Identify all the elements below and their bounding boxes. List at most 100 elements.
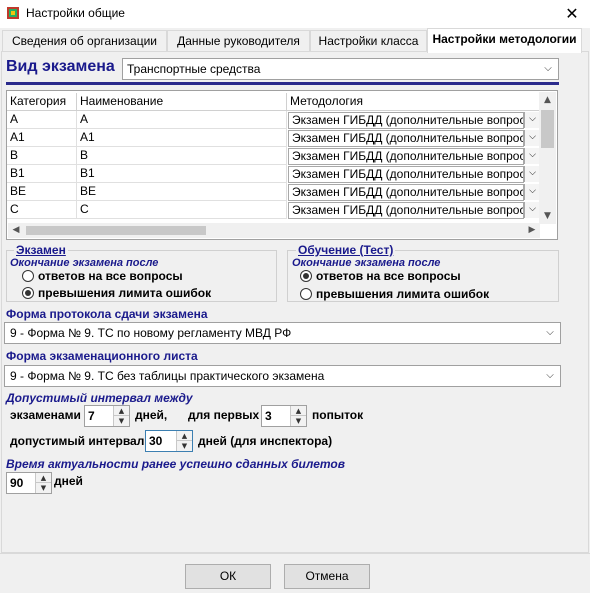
scroll-up-icon[interactable]: ▲ xyxy=(539,92,556,108)
methodology-combo[interactable]: Экзамен ГИБДД (дополнительные вопросы) xyxy=(288,202,524,219)
protocol-label: Форма протокола сдачи экзамена xyxy=(6,307,208,321)
spin-down-icon[interactable]: ▼ xyxy=(177,441,192,451)
methodology-combo[interactable]: Экзамен ГИБДД (дополнительные вопросы) xyxy=(288,184,524,201)
scroll-left-icon[interactable]: ◀ xyxy=(8,223,24,238)
inspector-days-label: дней (для инспектора) xyxy=(198,434,333,448)
relevance-value: 90 xyxy=(10,476,24,490)
exams-interval-value: 7 xyxy=(88,409,95,423)
exam-type-value: Транспортные средства xyxy=(127,62,261,76)
methodology-combo[interactable]: Экзамен ГИБДД (дополнительные вопросы) xyxy=(288,130,524,147)
chevron-down-icon[interactable]: ⌵ xyxy=(524,130,540,146)
chevron-down-icon[interactable]: ⌵ xyxy=(524,184,540,200)
scroll-thumb[interactable] xyxy=(26,226,206,235)
radio-label: ответов на все вопросы xyxy=(38,269,183,283)
chevron-down-icon[interactable]: ⌵ xyxy=(524,112,540,128)
radio-button[interactable] xyxy=(300,270,312,282)
allowed-interval-label: допустимый интервал xyxy=(10,434,145,448)
protocol-value: 9 - Форма № 9. ТС по новому регламенту М… xyxy=(10,326,292,340)
title-bar: Настройки общие ✕ xyxy=(0,0,590,28)
stepper-buttons: ▲ ▼ xyxy=(290,406,306,426)
days-label: дней, xyxy=(135,408,168,422)
table-row[interactable]: C C Экзамен ГИБДД (дополнительные вопрос… xyxy=(7,201,540,219)
first-label: для первых xyxy=(188,408,260,422)
table-row[interactable]: B B Экзамен ГИБДД (дополнительные вопрос… xyxy=(7,147,540,165)
tab-class-settings[interactable]: Настройки класса xyxy=(310,30,427,52)
cell-name: BE xyxy=(77,183,287,201)
scroll-down-icon[interactable]: ▼ xyxy=(539,208,556,224)
chevron-down-icon[interactable]: ⌵ xyxy=(524,148,540,164)
chevron-down-icon: ⌵ xyxy=(544,63,552,74)
training-group-title: Обучение (Тест) xyxy=(296,243,396,257)
column-header-methodology[interactable]: Методология xyxy=(287,93,540,111)
tab-methodology-settings[interactable]: Настройки методологии xyxy=(427,28,582,53)
relevance-days-label: дней xyxy=(54,474,83,488)
first-attempts-value: 3 xyxy=(265,409,272,423)
chevron-down-icon[interactable]: ⌵ xyxy=(524,202,540,218)
allowed-interval-stepper[interactable]: 30 ▲ ▼ xyxy=(145,430,193,452)
exam-group-title: Экзамен xyxy=(14,243,68,257)
grid-header: Категория Наименование Методология xyxy=(7,93,540,111)
column-header-name[interactable]: Наименование xyxy=(77,93,287,111)
exams-interval-stepper[interactable]: 7 ▲ ▼ xyxy=(84,405,130,427)
exams-label: экзаменами xyxy=(10,408,81,422)
radio-label: превышения лимита ошибок xyxy=(38,286,212,300)
spin-up-icon[interactable]: ▲ xyxy=(177,431,192,441)
tab-organization[interactable]: Сведения об организации xyxy=(2,30,167,52)
cell-category: B1 xyxy=(7,165,77,183)
cell-name: A1 xyxy=(77,129,287,147)
spin-up-icon[interactable]: ▲ xyxy=(114,406,129,416)
spin-up-icon[interactable]: ▲ xyxy=(291,406,306,416)
exam-sheet-value: 9 - Форма № 9. ТС без таблицы практическ… xyxy=(10,369,325,383)
allowed-interval-value: 30 xyxy=(149,434,163,448)
cell-name: C xyxy=(77,201,287,219)
tab-director[interactable]: Данные руководителя xyxy=(167,30,310,52)
radio-button[interactable] xyxy=(300,288,312,300)
exam-type-select[interactable]: Транспортные средства ⌵ xyxy=(122,58,559,80)
methodology-combo[interactable]: Экзамен ГИБДД (дополнительные вопросы) xyxy=(288,112,524,129)
radio-button[interactable] xyxy=(22,287,34,299)
cell-category: A xyxy=(7,111,77,129)
cell-category: BE xyxy=(7,183,77,201)
spin-down-icon[interactable]: ▼ xyxy=(291,416,306,426)
cell-category: B xyxy=(7,147,77,165)
table-row[interactable]: B1 B1 Экзамен ГИБДД (дополнительные вопр… xyxy=(7,165,540,183)
relevance-stepper[interactable]: 90 ▲ ▼ xyxy=(6,472,52,494)
spin-up-icon[interactable]: ▲ xyxy=(36,473,51,483)
column-header-category[interactable]: Категория xyxy=(7,93,77,111)
spin-down-icon[interactable]: ▼ xyxy=(36,483,51,493)
methodology-combo[interactable]: Экзамен ГИБДД (дополнительные вопросы) xyxy=(288,166,524,183)
chevron-down-icon: ⌵ xyxy=(546,370,554,381)
methodology-grid: Категория Наименование Методология A A Э… xyxy=(6,90,558,240)
radio-button[interactable] xyxy=(22,270,34,282)
scroll-thumb[interactable] xyxy=(541,110,554,148)
methodology-combo[interactable]: Экзамен ГИБДД (дополнительные вопросы) xyxy=(288,148,524,165)
table-row[interactable]: A1 A1 Экзамен ГИБДД (дополнительные вопр… xyxy=(7,129,540,147)
cancel-button[interactable]: Отмена xyxy=(284,564,370,589)
chevron-down-icon[interactable]: ⌵ xyxy=(524,166,540,182)
ok-button[interactable]: ОК xyxy=(185,564,271,589)
cell-category: A1 xyxy=(7,129,77,147)
protocol-select[interactable]: 9 - Форма № 9. ТС по новому регламенту М… xyxy=(4,322,561,344)
interval-label: Допустимый интервал между xyxy=(6,391,193,405)
scroll-right-icon[interactable]: ▶ xyxy=(524,223,540,238)
vertical-scrollbar[interactable]: ▲ ▼ xyxy=(539,92,556,224)
table-row[interactable]: BE BE Экзамен ГИБДД (дополнительные вопр… xyxy=(7,183,540,201)
exam-sheet-label: Форма экзаменационного листа xyxy=(6,349,198,363)
window-title: Настройки общие xyxy=(26,6,125,20)
cell-name: B xyxy=(77,147,287,165)
stepper-buttons: ▲ ▼ xyxy=(113,406,129,426)
chevron-down-icon: ⌵ xyxy=(546,327,554,338)
spin-down-icon[interactable]: ▼ xyxy=(114,416,129,426)
exam-sheet-select[interactable]: 9 - Форма № 9. ТС без таблицы практическ… xyxy=(4,365,561,387)
close-button[interactable]: ✕ xyxy=(554,0,590,28)
radio-label: превышения лимита ошибок xyxy=(316,287,490,301)
cell-category: C xyxy=(7,201,77,219)
divider xyxy=(0,553,590,554)
first-attempts-stepper[interactable]: 3 ▲ ▼ xyxy=(261,405,307,427)
stepper-buttons: ▲ ▼ xyxy=(35,473,51,493)
horizontal-scrollbar[interactable]: ◀ ▶ xyxy=(8,223,540,238)
divider xyxy=(6,82,559,85)
radio-label: ответов на все вопросы xyxy=(316,269,461,283)
tab-strip: Сведения об организации Данные руководит… xyxy=(0,28,590,53)
table-row[interactable]: A A Экзамен ГИБДД (дополнительные вопрос… xyxy=(7,111,540,129)
